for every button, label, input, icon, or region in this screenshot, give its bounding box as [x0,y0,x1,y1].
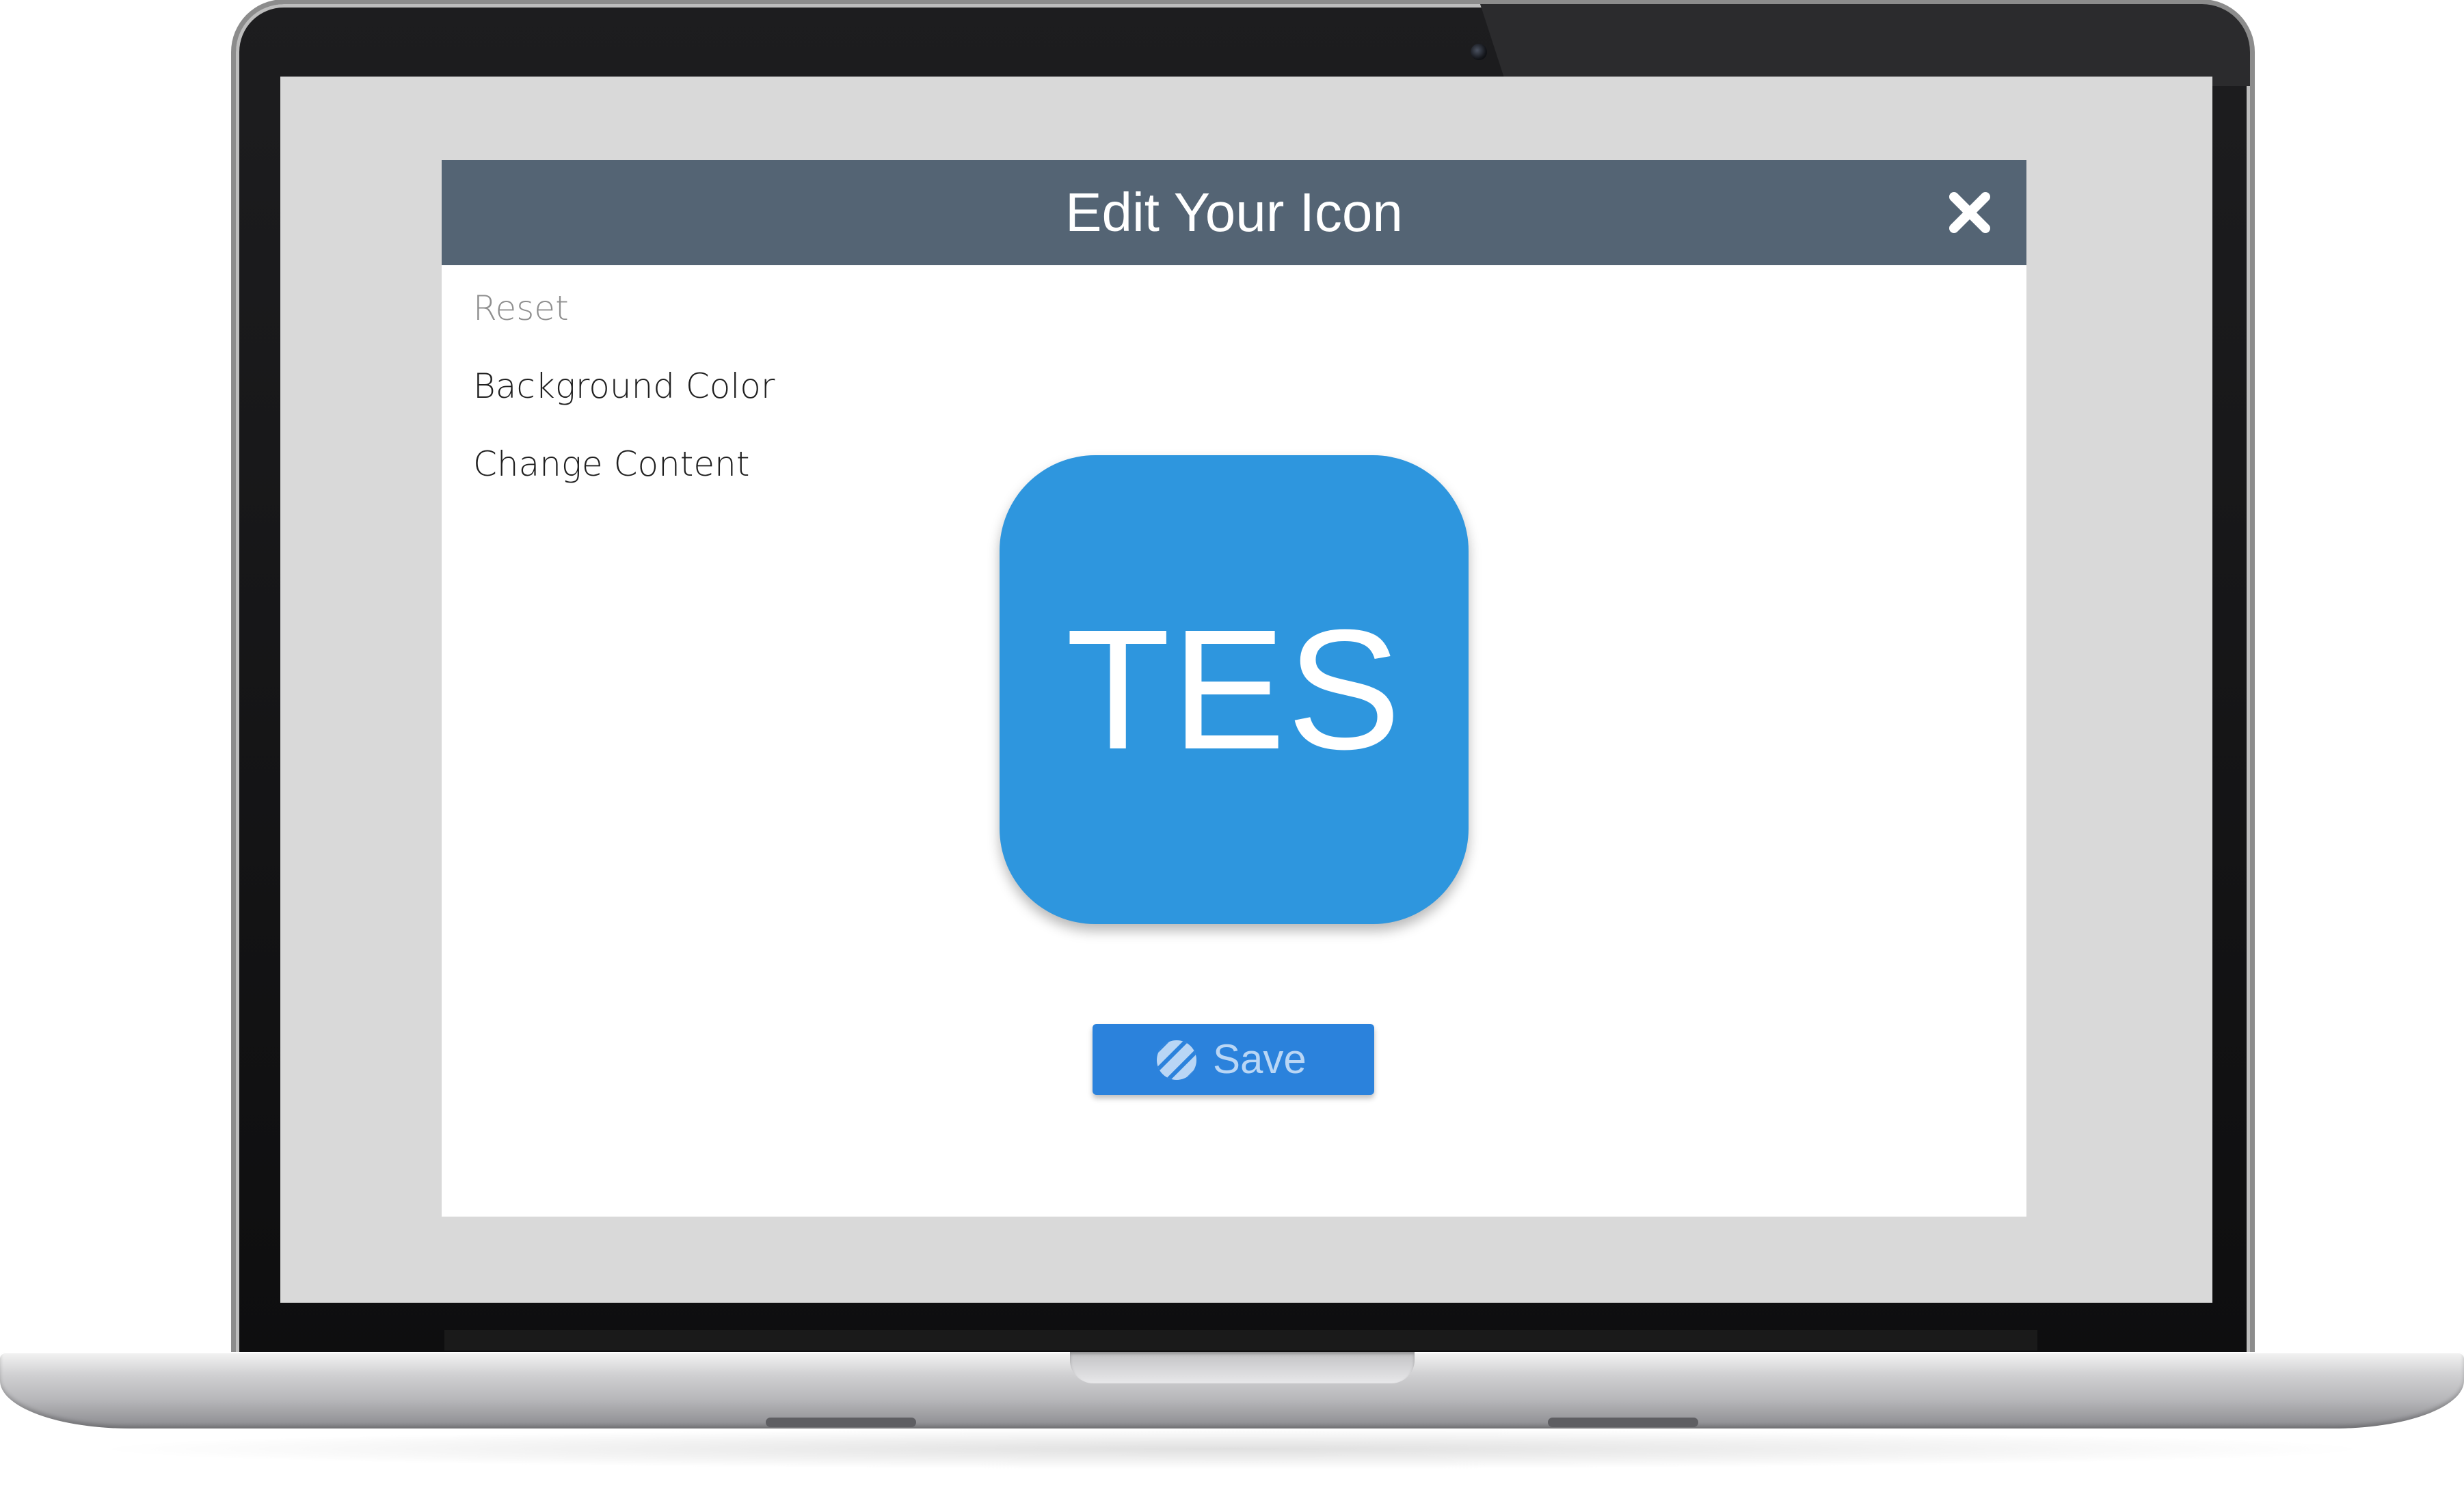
lid-glare [1480,4,2250,86]
base-foot [1548,1418,1698,1427]
change-content-option[interactable]: Change Content [473,444,749,484]
save-button[interactable]: Save [1093,1024,1374,1095]
edit-icon-dialog: Edit Your Icon Reset Background Color Ch… [442,160,2026,1217]
background-color-option[interactable]: Background Color [473,366,775,406]
floor-shadow [82,1428,2382,1470]
base-notch [1070,1352,1415,1383]
reset-option[interactable]: Reset [473,288,569,328]
dialog-title: Edit Your Icon [1065,182,1403,243]
laptop-mockup: Edit Your Icon Reset Background Color Ch… [0,0,2464,1503]
bezel-strip [444,1330,2037,1351]
close-icon [1949,192,1990,233]
camera-icon [1471,44,1487,60]
close-button[interactable] [1944,187,1995,238]
dialog-header: Edit Your Icon [442,160,2026,265]
icon-preview-text: TES [1065,594,1403,785]
icon-preview: TES [1000,455,1469,924]
base-foot [766,1418,916,1427]
loading-spinner-icon [1155,1039,1198,1081]
save-button-label: Save [1213,1036,1307,1082]
